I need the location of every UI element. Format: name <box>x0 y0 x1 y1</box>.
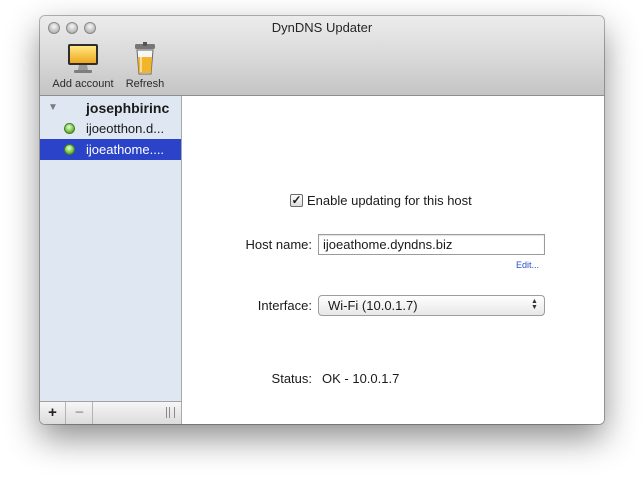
host-row-selected[interactable]: ijoeathome.... <box>40 139 181 160</box>
remove-host-button[interactable]: − <box>67 402 93 424</box>
add-account-label: Add account <box>52 78 114 90</box>
select-arrows-icon: ▲ ▼ <box>531 298 538 311</box>
status-green-icon <box>64 123 75 134</box>
host-detail-panel: ✓ Enable updating for this host Host nam… <box>182 96 604 424</box>
account-name: josephbirinc <box>86 100 170 116</box>
host-row[interactable]: ijoeotthon.d... <box>40 118 181 139</box>
account-group-row[interactable]: ▼ josephbirinc <box>40 98 181 118</box>
edit-host-link[interactable]: Edit... <box>516 260 539 270</box>
status-label: Status: <box>271 371 312 386</box>
accounts-sidebar: ▼ josephbirinc ijoeotthon.d... ijoeathom… <box>40 96 182 424</box>
refresh-label: Refresh <box>125 78 165 90</box>
refresh-button[interactable]: Refresh <box>122 42 168 90</box>
interface-selected-value: Wi-Fi (10.0.1.7) <box>328 298 418 313</box>
status-green-icon <box>64 144 75 155</box>
interface-label: Interface: <box>257 298 312 313</box>
refresh-glass-icon <box>135 42 155 75</box>
window-title: DynDNS Updater <box>271 20 373 35</box>
titlebar-toolbar: DynDNS Updater Add account Refresh <box>40 16 604 96</box>
host-row-label: ijoeotthon.d... <box>86 121 165 136</box>
enable-updating-label[interactable]: Enable updating for this host <box>307 193 472 208</box>
app-window: DynDNS Updater Add account Refresh ▼ jos… <box>40 16 604 424</box>
status-value: OK - 10.0.1.7 <box>322 371 400 386</box>
host-row-label: ijoeathome.... <box>86 142 165 157</box>
monitor-icon <box>68 44 98 73</box>
host-name-label: Host name: <box>245 237 312 252</box>
add-host-button[interactable]: + <box>40 402 66 424</box>
host-name-field[interactable]: ijoeathome.dyndns.biz <box>318 234 545 255</box>
interface-select[interactable]: Wi-Fi (10.0.1.7) ▲ ▼ <box>318 295 545 316</box>
add-account-button[interactable]: Add account <box>47 42 119 90</box>
disclosure-triangle-icon[interactable]: ▼ <box>48 98 58 118</box>
sidebar-bottom-bar: + − <box>40 401 181 424</box>
enable-updating-checkbox[interactable]: ✓ <box>290 194 303 207</box>
resize-grip-icon[interactable] <box>166 407 175 418</box>
